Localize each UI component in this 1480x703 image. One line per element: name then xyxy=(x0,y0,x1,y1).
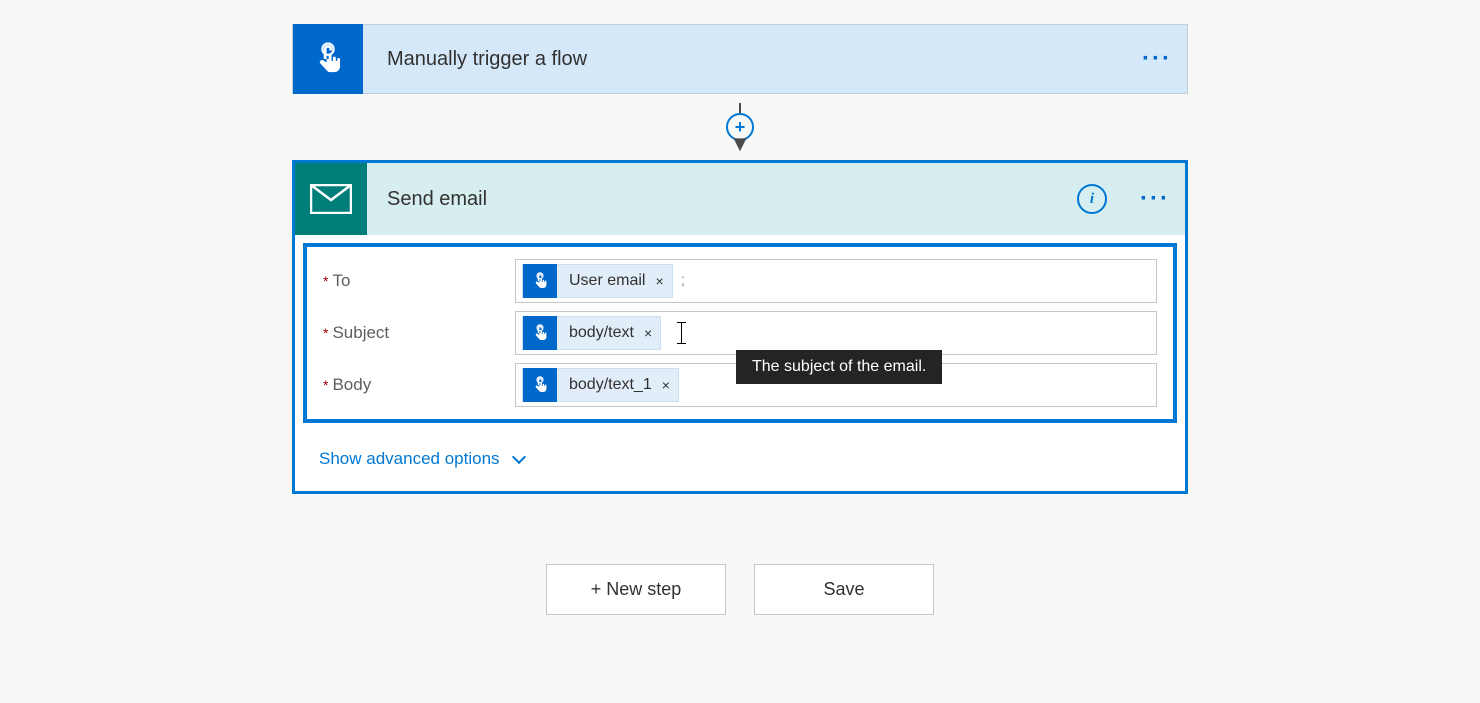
label-text: To xyxy=(332,271,350,291)
token-label: body/text xyxy=(569,324,634,342)
action-menu-button[interactable]: ··· xyxy=(1125,185,1185,213)
field-label-body: * Body xyxy=(323,375,515,395)
action-card: Send email i ··· * To User email × ; xyxy=(292,160,1188,494)
trigger-card[interactable]: Manually trigger a flow ··· xyxy=(292,24,1188,94)
action-fields: * To User email × ; * Subject xyxy=(303,243,1177,423)
action-title: Send email xyxy=(367,188,1077,211)
label-text: Body xyxy=(332,375,371,395)
field-label-subject: * Subject xyxy=(323,323,515,343)
connector-line xyxy=(739,103,741,113)
token-label: User email xyxy=(569,272,645,290)
footer-buttons: + New step Save xyxy=(546,564,934,615)
subject-tooltip: The subject of the email. xyxy=(736,350,942,384)
to-input[interactable]: User email × ; xyxy=(515,259,1157,303)
subject-input[interactable]: body/text × The subject of the email. xyxy=(515,311,1157,355)
action-header[interactable]: Send email i ··· xyxy=(295,163,1185,235)
token-remove-button[interactable]: × xyxy=(644,325,652,341)
required-mark: * xyxy=(323,273,328,289)
label-text: Subject xyxy=(332,323,389,343)
advanced-options-label: Show advanced options xyxy=(319,449,500,469)
new-step-button[interactable]: + New step xyxy=(546,564,726,615)
token-trigger-icon xyxy=(523,264,557,298)
required-mark: * xyxy=(323,325,328,341)
trigger-title: Manually trigger a flow xyxy=(363,48,1127,71)
save-button[interactable]: Save xyxy=(754,564,934,615)
required-mark: * xyxy=(323,377,328,393)
field-row-subject: * Subject body/text × The subject of the… xyxy=(307,307,1173,359)
token-user-email[interactable]: User email × xyxy=(522,264,673,298)
token-remove-button[interactable]: × xyxy=(662,377,670,393)
token-label: body/text_1 xyxy=(569,376,652,394)
chevron-down-icon xyxy=(511,450,525,464)
info-icon: i xyxy=(1090,191,1094,208)
token-trigger-icon xyxy=(523,368,557,402)
text-cursor-icon xyxy=(681,322,682,344)
token-body-text[interactable]: body/text × xyxy=(522,316,661,350)
field-label-to: * To xyxy=(323,271,515,291)
token-body-text-1[interactable]: body/text_1 × xyxy=(522,368,679,402)
show-advanced-options-link[interactable]: Show advanced options xyxy=(295,431,548,491)
to-trailing-text: ; xyxy=(681,272,685,290)
mail-icon xyxy=(310,184,352,214)
action-icon xyxy=(295,163,367,235)
token-remove-button[interactable]: × xyxy=(655,273,663,289)
field-row-to: * To User email × ; xyxy=(307,255,1173,307)
info-button[interactable]: i xyxy=(1077,184,1107,214)
flow-connector: + ▼ xyxy=(726,94,754,160)
trigger-menu-button[interactable]: ··· xyxy=(1127,45,1187,73)
arrow-down-icon: ▼ xyxy=(729,137,751,151)
touch-icon xyxy=(311,42,345,76)
token-trigger-icon xyxy=(523,316,557,350)
trigger-icon xyxy=(293,24,363,94)
